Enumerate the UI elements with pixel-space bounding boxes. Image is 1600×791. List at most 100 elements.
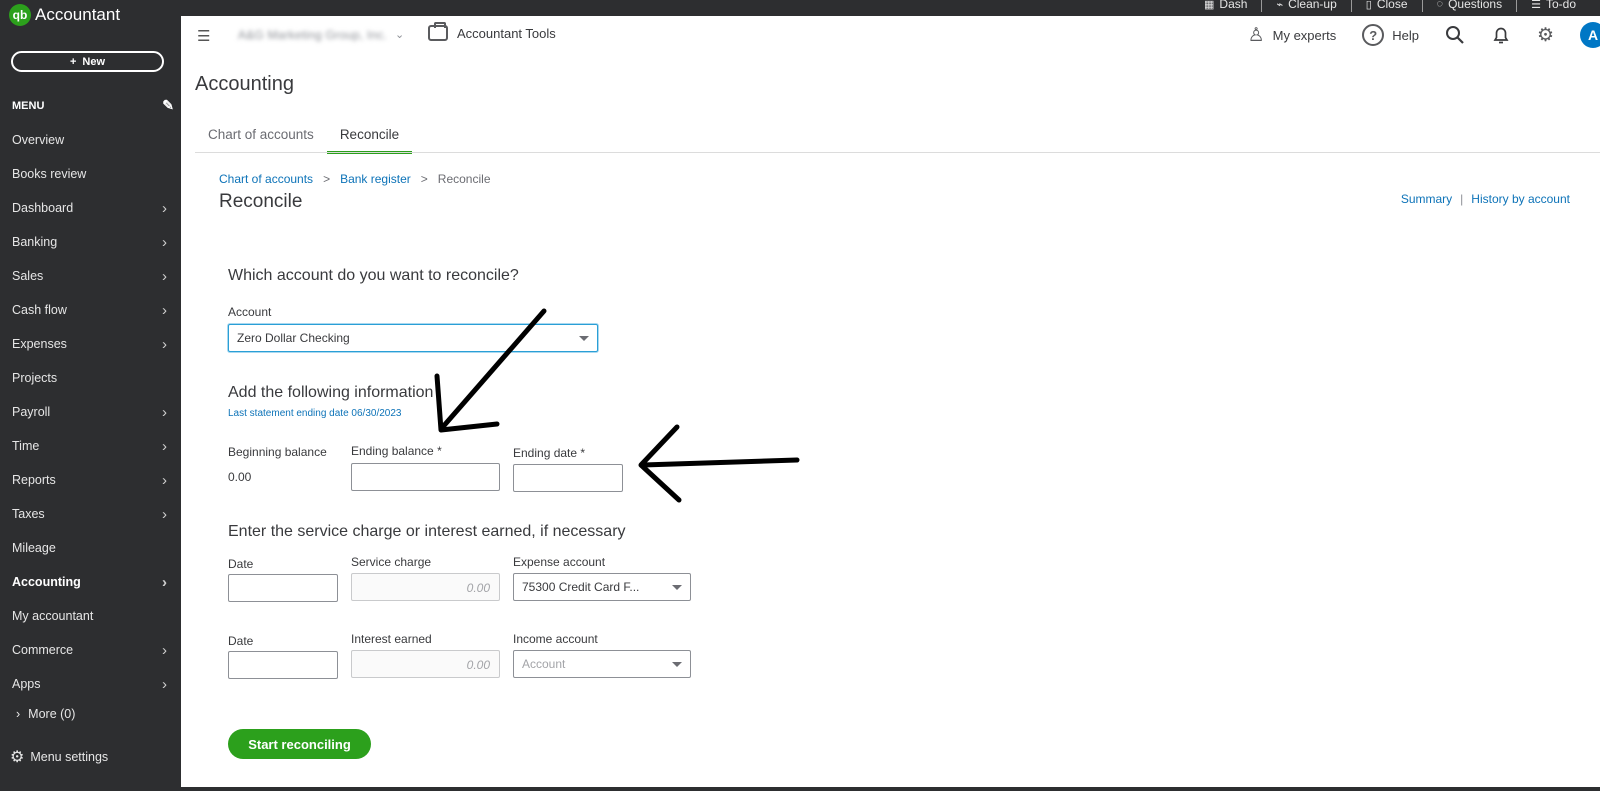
caret-down-icon bbox=[672, 585, 682, 590]
tab-reconcile[interactable]: Reconcile bbox=[326, 122, 413, 154]
sidebar-item-projects[interactable]: Projects bbox=[0, 361, 181, 395]
sidebar-item-label: Overview bbox=[12, 133, 65, 147]
sidebar-item-label: Banking bbox=[12, 235, 58, 249]
last-statement-link[interactable]: Last statement ending date 06/30/2023 bbox=[228, 408, 401, 419]
caret-down-icon bbox=[672, 662, 682, 667]
search-button[interactable] bbox=[1445, 25, 1465, 45]
top-tool-label: Close bbox=[1376, 0, 1408, 11]
top-tool-close[interactable]: ▯ Close bbox=[1352, 0, 1423, 12]
settings-button[interactable]: ⚙ bbox=[1537, 24, 1554, 47]
interest-earned-input[interactable]: 0.00 bbox=[351, 650, 500, 678]
history-by-account-link[interactable]: History by account bbox=[1471, 192, 1570, 206]
sidebar-item-taxes[interactable]: Taxes › bbox=[0, 497, 181, 531]
service-charge-placeholder: 0.00 bbox=[466, 581, 490, 595]
sidebar-item-cash-flow[interactable]: Cash flow › bbox=[0, 293, 181, 327]
my-experts-button[interactable]: ♙ My experts bbox=[1248, 24, 1337, 47]
arrowhead-ending-date bbox=[638, 424, 682, 503]
new-button[interactable]: + New bbox=[11, 51, 164, 72]
tab-chart-of-accounts[interactable]: Chart of accounts bbox=[195, 122, 327, 154]
plus-icon: + bbox=[69, 55, 77, 68]
info-heading: Add the following information bbox=[228, 384, 434, 401]
sidebar-item-sales[interactable]: Sales › bbox=[0, 259, 181, 293]
service-date-input[interactable] bbox=[228, 574, 338, 602]
sidebar-item-time[interactable]: Time › bbox=[0, 429, 181, 463]
sidebar-item-mileage[interactable]: Mileage bbox=[0, 531, 181, 565]
search-icon bbox=[1445, 26, 1464, 44]
chevron-down-icon[interactable]: ⌄ bbox=[395, 28, 404, 41]
sidebar-item-banking[interactable]: Banking › bbox=[0, 225, 181, 259]
summary-link[interactable]: Summary bbox=[1401, 192, 1452, 206]
help-button[interactable]: ? Help bbox=[1362, 24, 1419, 46]
interest-date-input[interactable] bbox=[228, 651, 338, 679]
ending-balance-input[interactable] bbox=[351, 463, 500, 491]
chevron-right-icon: › bbox=[162, 403, 167, 421]
notifications-button[interactable] bbox=[1491, 25, 1511, 45]
sidebar-item-accounting[interactable]: Accounting › bbox=[0, 565, 181, 599]
account-label: Account bbox=[228, 305, 272, 319]
gear-icon: ⚙ bbox=[1536, 24, 1554, 46]
avatar[interactable]: A bbox=[1580, 22, 1600, 48]
top-tool-label: Questions bbox=[1448, 0, 1503, 11]
quickbooks-logo-icon: qb bbox=[9, 4, 31, 26]
service-charge-label: Service charge bbox=[351, 555, 432, 569]
ending-date-label: Ending date * bbox=[513, 446, 586, 460]
sidebar-more[interactable]: › More (0) bbox=[16, 707, 75, 721]
menu-label: MENU bbox=[12, 99, 45, 112]
top-tool-dash[interactable]: ▦ Dash bbox=[1190, 0, 1263, 12]
sidebar-item-label: Expenses bbox=[12, 337, 67, 351]
sidebar-item-commerce[interactable]: Commerce › bbox=[0, 633, 181, 667]
arrowhead-ending-balance bbox=[434, 373, 500, 433]
sidebar-item-payroll[interactable]: Payroll › bbox=[0, 395, 181, 429]
person-icon: ♙ bbox=[1247, 24, 1265, 46]
top-tool-cleanup[interactable]: ⌁ Clean-up bbox=[1262, 0, 1352, 12]
breadcrumb-bank-register[interactable]: Bank register bbox=[340, 172, 411, 186]
breadcrumb-separator: > bbox=[323, 172, 331, 186]
briefcase-icon bbox=[428, 22, 448, 41]
start-reconciling-button[interactable]: Start reconciling bbox=[228, 729, 371, 759]
help-icon: ? bbox=[1362, 24, 1385, 46]
chevron-right-icon: › bbox=[162, 471, 167, 489]
sidebar-item-my-accountant[interactable]: My accountant bbox=[0, 599, 181, 633]
top-tool-label: To-do bbox=[1545, 0, 1576, 11]
caret-down-icon bbox=[579, 336, 589, 341]
service-charge-heading: Enter the service charge or interest ear… bbox=[228, 523, 626, 540]
menu-settings[interactable]: ⚙ Menu settings bbox=[10, 747, 108, 767]
chat-icon: ◌ bbox=[1436, 0, 1444, 10]
chevron-right-icon: › bbox=[162, 437, 167, 455]
income-account-select[interactable]: Account bbox=[513, 650, 691, 678]
breadcrumb-current: Reconcile bbox=[437, 172, 491, 186]
accountant-tools-label: Accountant Tools bbox=[457, 25, 556, 41]
menu-settings-label: Menu settings bbox=[30, 750, 109, 764]
app-name: Accountant bbox=[35, 5, 121, 24]
collapse-menu-icon[interactable]: ☰ bbox=[197, 27, 210, 45]
sidebar-item-label: Mileage bbox=[12, 541, 56, 555]
sidebar-item-apps[interactable]: Apps › bbox=[0, 667, 181, 701]
sidebar-item-dashboard[interactable]: Dashboard › bbox=[0, 191, 181, 225]
sidebar-item-books-review[interactable]: Books review bbox=[0, 157, 181, 191]
service-charge-input[interactable]: 0.00 bbox=[351, 573, 500, 601]
sidebar-item-expenses[interactable]: Expenses › bbox=[0, 327, 181, 361]
bell-icon bbox=[1493, 27, 1509, 44]
app-logo[interactable]: qb Accountant bbox=[9, 4, 120, 26]
chevron-right-icon: › bbox=[16, 707, 21, 721]
tabs-divider bbox=[195, 152, 1600, 153]
sidebar-item-overview[interactable]: Overview bbox=[0, 123, 181, 157]
account-select[interactable]: Zero Dollar Checking bbox=[228, 324, 598, 352]
chevron-right-icon: › bbox=[162, 335, 167, 353]
accountant-tools-button[interactable]: Accountant Tools bbox=[428, 22, 556, 41]
top-tool-todo[interactable]: ☰ To-do bbox=[1517, 0, 1590, 12]
ending-date-input[interactable] bbox=[513, 464, 623, 492]
pencil-icon[interactable]: ✎ bbox=[162, 97, 174, 114]
sidebar-item-label: Sales bbox=[12, 269, 44, 283]
link-separator: | bbox=[1460, 192, 1464, 206]
top-bar: ☰ A&G Marketing Group, Inc. ⌄ Accountant… bbox=[181, 16, 1600, 56]
expense-account-select[interactable]: 75300 Credit Card F... bbox=[513, 573, 691, 601]
breadcrumb-chart-of-accounts[interactable]: Chart of accounts bbox=[219, 172, 313, 186]
income-account-label: Income account bbox=[513, 632, 598, 646]
sidebar-item-reports[interactable]: Reports › bbox=[0, 463, 181, 497]
my-experts-label: My experts bbox=[1272, 27, 1337, 43]
company-name[interactable]: A&G Marketing Group, Inc. bbox=[238, 28, 387, 42]
beginning-balance-value: 0.00 bbox=[228, 470, 252, 484]
top-tool-questions[interactable]: ◌ Questions bbox=[1423, 0, 1518, 12]
sidebar-item-label: Dashboard bbox=[12, 201, 74, 215]
